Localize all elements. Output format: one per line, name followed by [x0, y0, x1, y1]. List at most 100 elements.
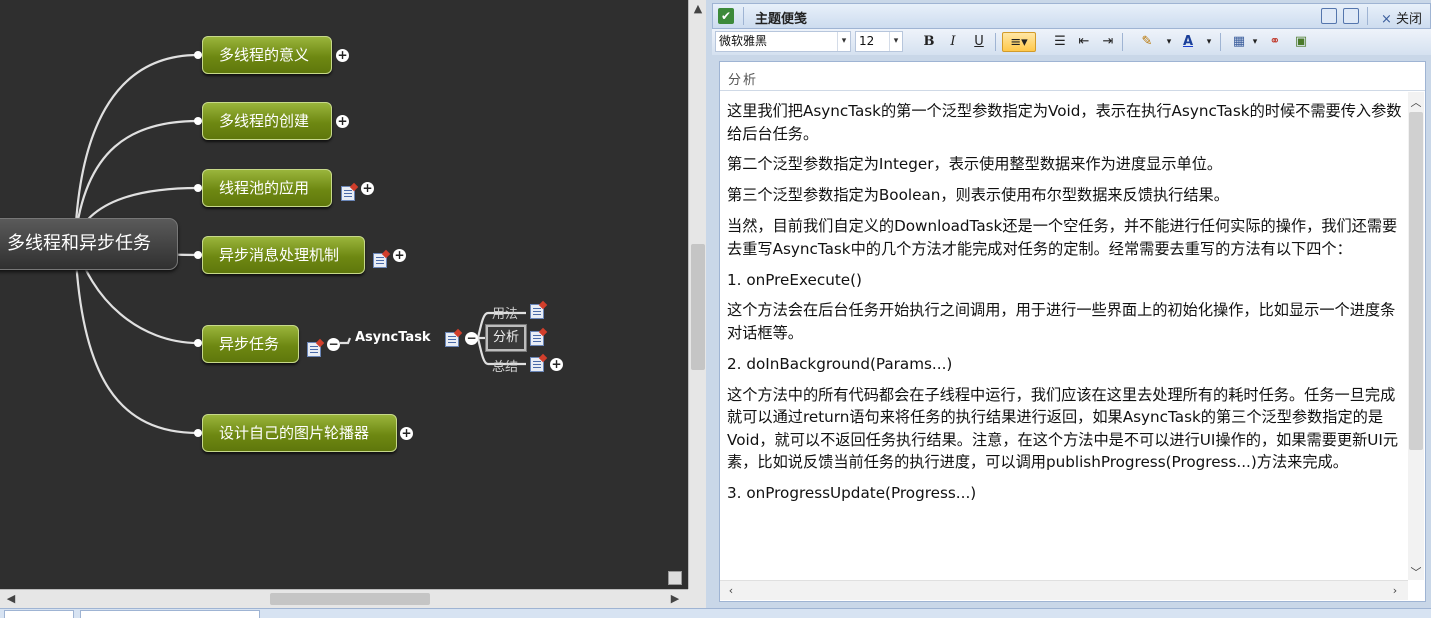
expand-icon[interactable]: + [336, 49, 349, 62]
document-tab[interactable] [4, 610, 74, 618]
scroll-left-arrow-icon[interactable]: ◀ [4, 592, 18, 605]
scroll-corner [688, 589, 706, 608]
branch-async-message[interactable]: 异步消息处理机制 [202, 236, 365, 274]
notes-vertical-scrollbar[interactable]: ︿ ﹀ [1408, 92, 1424, 580]
dropdown-arrow-icon[interactable]: ▾ [1199, 32, 1219, 52]
note-paragraph: 当然，目前我们自定义的DownloadTask还是一个空任务，并不能进行任何实际… [727, 217, 1398, 258]
notes-panel: 分析 这里我们把AsyncTask的第一个泛型参数指定为Void，表示在执行As… [719, 61, 1426, 602]
branch-threadpool[interactable]: 线程池的应用 [202, 169, 332, 207]
notes-horizontal-scrollbar[interactable]: ‹ › [720, 580, 1408, 600]
topic-notes-pane: ✔ 主题便笺 × 关闭 微软雅黑 ▾ 12 ▾ B I U ≡▾ ☰ ⇤ ⇥ ✎ ▾… [712, 0, 1431, 608]
dropdown-arrow-icon[interactable]: ▾ [837, 32, 850, 51]
subtopic-analysis-selected[interactable]: 分析 [485, 324, 527, 352]
font-size-value: 12 [859, 34, 875, 48]
note-paragraph: 第三个泛型参数指定为Boolean，则表示使用布尔型数据来反馈执行结果。 [727, 186, 1229, 205]
note-icon[interactable] [341, 186, 355, 201]
note-icon[interactable] [530, 357, 544, 372]
indent-increase-icon[interactable]: ⇥ [1098, 32, 1118, 52]
connector-dot [194, 429, 202, 437]
font-family-value: 微软雅黑 [719, 34, 768, 48]
connector-dot [194, 339, 202, 347]
notes-editor[interactable]: 这里我们把AsyncTask的第一个泛型参数指定为Void，表示在执行Async… [727, 100, 1403, 562]
dropdown-arrow-icon[interactable]: ▾ [1159, 32, 1179, 52]
scroll-up-arrow-icon[interactable]: ▲ [691, 2, 705, 15]
note-paragraph: 这里我们把AsyncTask的第一个泛型参数指定为Void，表示在执行Async… [727, 102, 1402, 143]
branch-multithread-creation[interactable]: 多线程的创建 [202, 102, 332, 140]
dropdown-arrow-icon[interactable]: ▾ [1245, 32, 1265, 52]
export-icon[interactable] [1321, 8, 1337, 24]
canvas-horizontal-scrollbar[interactable]: ◀ ▶ [0, 589, 688, 608]
expand-icon[interactable]: + [336, 115, 349, 128]
asynctask-topic[interactable]: AsyncTask [355, 330, 431, 345]
insert-image-icon[interactable]: ▣ [1291, 32, 1311, 52]
scroll-right-arrow-icon[interactable]: ▶ [668, 592, 682, 605]
connector-dot [194, 251, 202, 259]
canvas-vertical-scrollbar[interactable]: ▲ [688, 0, 706, 589]
notes-panel-title: 分析 [728, 73, 759, 88]
collapse-icon[interactable]: − [327, 338, 340, 351]
note-icon[interactable] [530, 331, 544, 346]
close-button[interactable]: × 关闭 [1381, 8, 1422, 27]
bullet-list-icon[interactable]: ☰ [1050, 32, 1070, 52]
branch-async-task[interactable]: 异步任务 [202, 325, 299, 363]
central-topic[interactable]: 多线程和异步任务 [0, 218, 178, 270]
notes-title: 主题便笺 [755, 12, 808, 27]
expand-icon[interactable]: + [361, 182, 374, 195]
branch-multithread-meaning[interactable]: 多线程的意义 [202, 36, 332, 74]
underline-icon[interactable]: U [969, 32, 989, 52]
branch-image-carousel[interactable]: 设计自己的图片轮播器 [202, 414, 397, 452]
mindmap-canvas[interactable]: 多线程和异步任务 多线程的意义 + 多线程的创建 + 线程池的应用 + 异步消息… [0, 0, 688, 589]
note-paragraph: 这个方法会在后台任务开始执行之间调用，用于进行一些界面上的初始化操作，比如显示一… [727, 301, 1396, 342]
note-icon[interactable] [445, 332, 459, 347]
collapse-icon[interactable]: − [465, 332, 478, 345]
notes-titlebar: ✔ 主题便笺 × 关闭 [712, 3, 1431, 29]
note-paragraph: 3. onProgressUpdate(Progress...) [727, 484, 977, 503]
italic-icon[interactable]: I [943, 32, 963, 52]
subtopic-usage[interactable]: 用法 [492, 303, 518, 322]
font-size-select[interactable]: 12 ▾ [855, 31, 903, 52]
font-family-select[interactable]: 微软雅黑 ▾ [715, 31, 851, 52]
dropdown-arrow-icon[interactable]: ▾ [889, 32, 902, 51]
notes-check-icon[interactable]: ✔ [718, 8, 734, 24]
zoom-fit-icon[interactable] [668, 571, 682, 585]
format-toolbar: 微软雅黑 ▾ 12 ▾ B I U ≡▾ ☰ ⇤ ⇥ ✎ ▾ A ▾ ▦ ▾ ⚭ ▣ [712, 29, 1431, 55]
scroll-left-arrow-icon[interactable]: ‹ [724, 584, 738, 597]
scroll-up-arrow-icon[interactable]: ︿ [1409, 94, 1423, 110]
connector-dot [194, 184, 202, 192]
highlight-color-icon[interactable]: ✎ [1137, 32, 1157, 52]
note-paragraph: 1. onPreExecute() [727, 270, 862, 289]
align-left-icon[interactable]: ≡▾ [1002, 32, 1036, 52]
expand-icon[interactable]: + [400, 427, 413, 440]
scroll-down-arrow-icon[interactable]: ﹀ [1409, 564, 1423, 580]
connector-dot [194, 51, 202, 59]
note-icon[interactable] [307, 342, 321, 357]
expand-icon[interactable]: + [393, 249, 406, 262]
app-window: 多线程和异步任务 多线程的意义 + 多线程的创建 + 线程池的应用 + 异步消息… [0, 0, 1431, 618]
indent-decrease-icon[interactable]: ⇤ [1074, 32, 1094, 52]
scroll-thumb[interactable] [691, 244, 705, 370]
scroll-right-arrow-icon[interactable]: › [1388, 584, 1402, 597]
divider [1122, 33, 1123, 51]
scroll-thumb[interactable] [1409, 112, 1423, 450]
note-icon[interactable] [530, 304, 544, 319]
close-label: 关闭 [1396, 12, 1423, 27]
bold-icon[interactable]: B [919, 32, 939, 52]
note-paragraph: 2. doInBackground(Params...) [727, 354, 953, 373]
divider [743, 7, 744, 25]
note-paragraph: 第二个泛型参数指定为Integer，表示使用整型数据来作为进度显示单位。 [727, 155, 1223, 174]
font-color-icon[interactable]: A [1178, 32, 1198, 52]
expand-icon[interactable]: + [550, 358, 563, 371]
note-paragraph: 这个方法中的所有代码都会在子线程中运行，我们应该在这里去处理所有的耗时任务。任务… [727, 385, 1399, 472]
close-icon: × [1381, 12, 1392, 27]
hyperlink-icon[interactable]: ⚭ [1265, 32, 1285, 52]
note-icon[interactable] [373, 253, 387, 268]
scroll-thumb[interactable] [270, 593, 430, 605]
mindmap-links [73, 53, 526, 435]
divider [1220, 33, 1221, 51]
divider [1367, 7, 1368, 25]
import-icon[interactable] [1343, 8, 1359, 24]
divider [995, 33, 996, 51]
subtopic-summary[interactable]: 总结 [492, 356, 518, 375]
connector-dot [194, 117, 202, 125]
document-tab-active[interactable] [80, 610, 260, 618]
